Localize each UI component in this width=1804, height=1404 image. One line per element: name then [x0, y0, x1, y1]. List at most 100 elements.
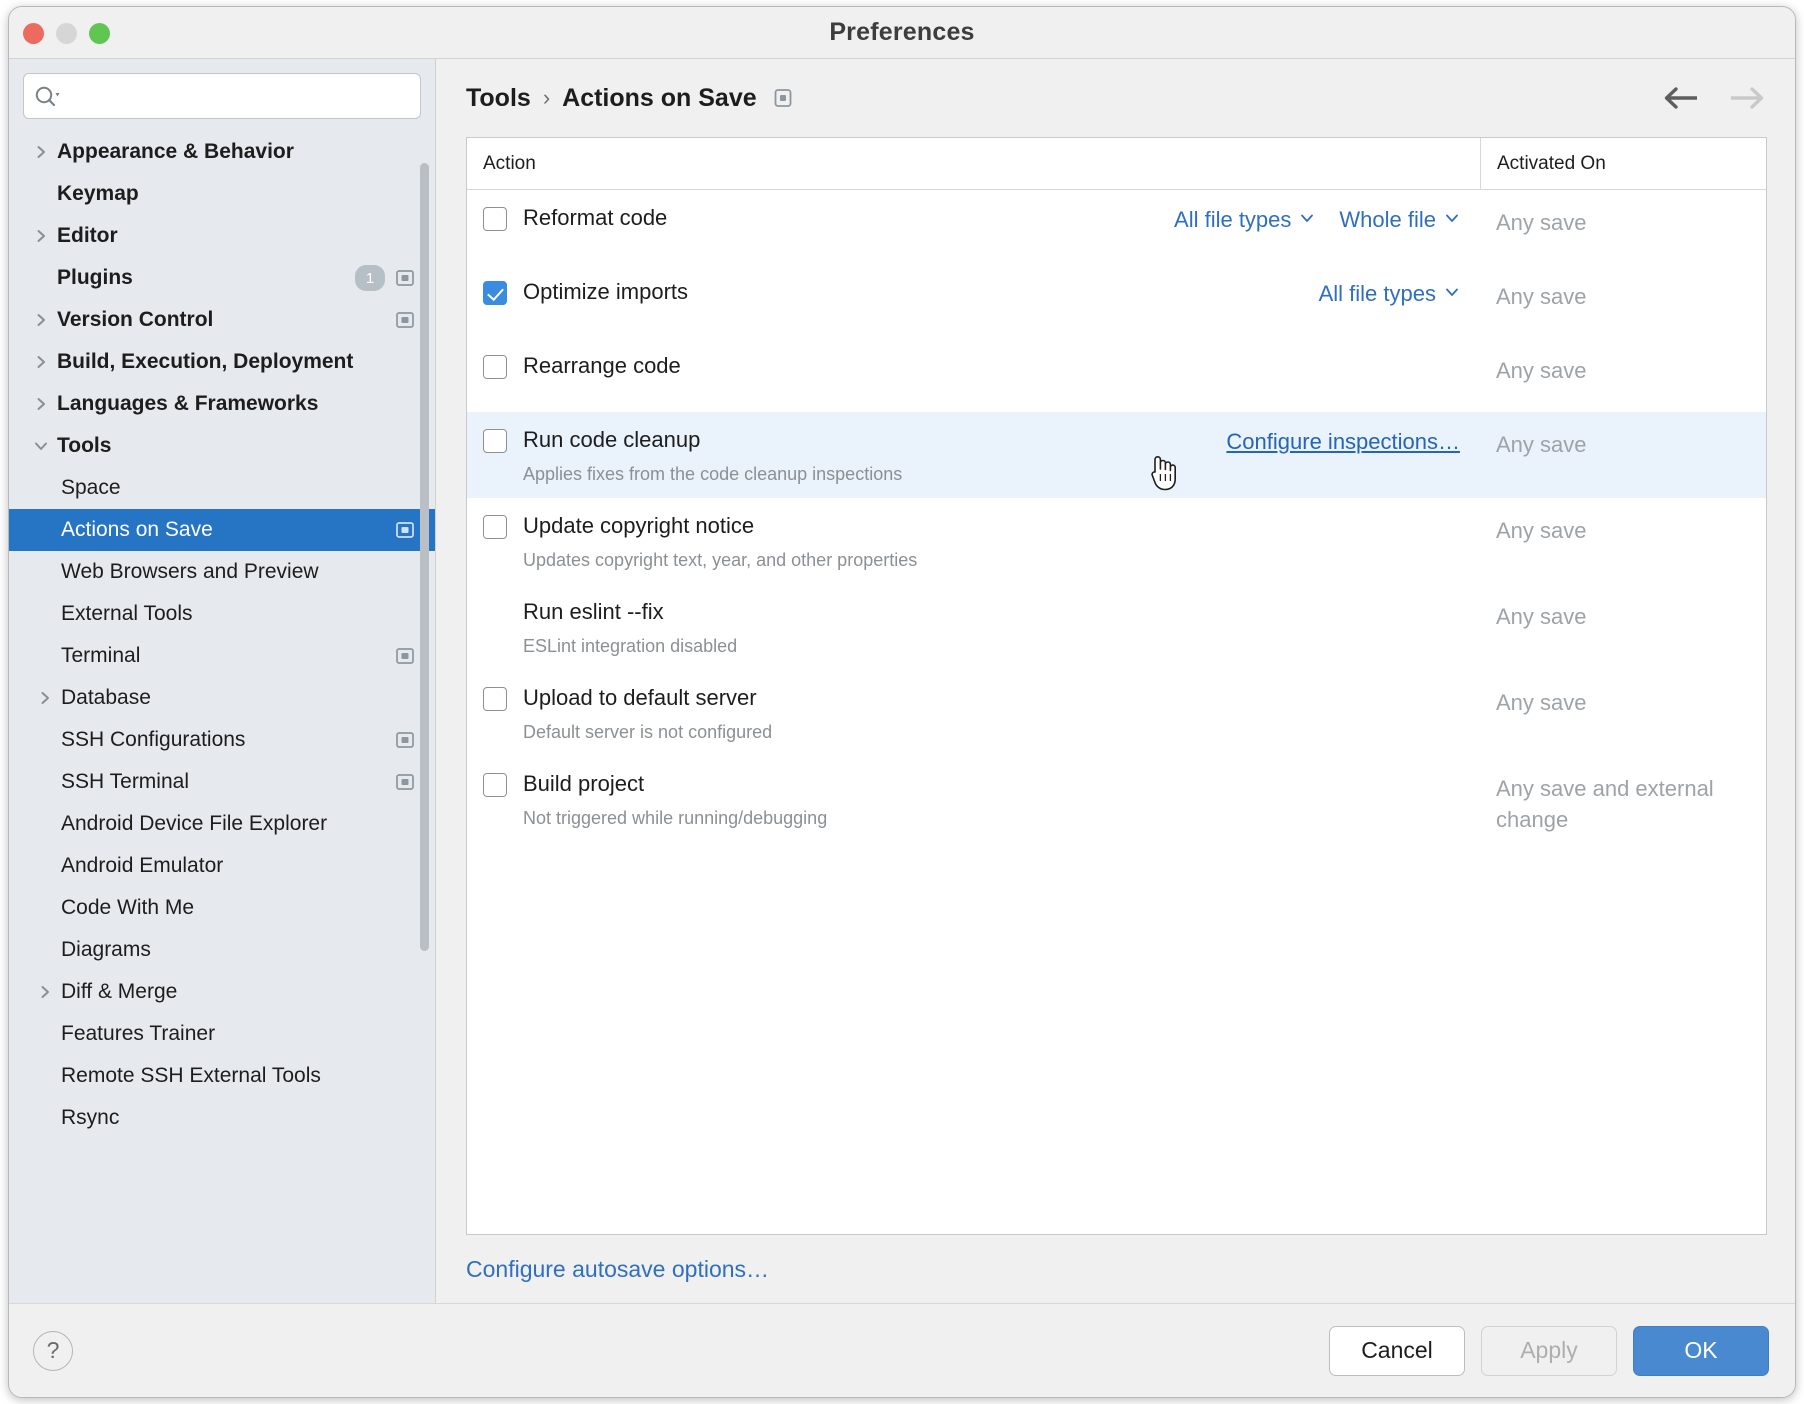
sidebar-item-features-trainer[interactable]: Features Trainer	[9, 1013, 435, 1055]
preferences-window: Preferences Appearance & Behavior Keymap E	[8, 6, 1796, 1398]
breadcrumb-bar: Tools › Actions on Save	[436, 59, 1795, 137]
sidebar-item-actions-on-save[interactable]: Actions on Save	[9, 509, 435, 551]
table-row[interactable]: Rearrange code Any save	[467, 338, 1766, 412]
sidebar-item-appearance-behavior[interactable]: Appearance & Behavior	[9, 131, 435, 173]
row-dropdown[interactable]: All file types	[1319, 281, 1460, 307]
row-checkbox[interactable]	[483, 281, 507, 305]
settings-sync-icon[interactable]	[773, 87, 793, 109]
sidebar-item-database[interactable]: Database	[9, 677, 435, 719]
sidebar-item-keymap[interactable]: Keymap	[9, 173, 435, 215]
settings-sync-icon[interactable]	[395, 730, 415, 750]
row-action-cell: Reformat code	[467, 204, 1010, 232]
table-row[interactable]: Update copyright notice Updates copyright…	[467, 498, 1766, 584]
search-icon	[34, 85, 60, 107]
row-dropdown[interactable]: All file types	[1174, 207, 1315, 233]
chevron-right-icon[interactable]	[29, 395, 53, 413]
sidebar-item-tools[interactable]: Tools	[9, 425, 435, 467]
sidebar-item-code-with-me[interactable]: Code With Me	[9, 887, 435, 929]
sidebar-item-badge: 1	[355, 265, 385, 291]
configure-autosave-link[interactable]: Configure autosave options…	[466, 1256, 769, 1283]
settings-sync-icon[interactable]	[395, 646, 415, 666]
row-text-block: Reformat code	[523, 204, 667, 232]
sidebar-item-remote-ssh-external-tools[interactable]: Remote SSH External Tools	[9, 1055, 435, 1097]
table-row[interactable]: Upload to default server Default server i…	[467, 670, 1766, 756]
row-action-cell: Build project Not triggered while running…	[467, 770, 1010, 830]
sidebar-item-languages-frameworks[interactable]: Languages & Frameworks	[9, 383, 435, 425]
close-button[interactable]	[23, 23, 44, 44]
sidebar-item-label: Android Emulator	[61, 854, 224, 877]
row-action-cell: Run code cleanup Applies fixes from the c…	[467, 426, 1010, 486]
cancel-button[interactable]: Cancel	[1329, 1325, 1465, 1376]
table-row[interactable]: Run code cleanup Applies fixes from the c…	[467, 412, 1766, 498]
row-title: Update copyright notice	[523, 513, 755, 538]
table-row[interactable]: Build project Not triggered while running…	[467, 756, 1766, 847]
row-options-cell	[1010, 512, 1480, 515]
row-activated-on: Any save	[1496, 690, 1587, 715]
chevron-down-icon[interactable]	[29, 437, 53, 455]
sidebar-item-rsync[interactable]: Rsync	[9, 1097, 435, 1139]
row-activated-on: Any save and external change	[1496, 776, 1714, 832]
chevron-right-icon[interactable]	[29, 143, 53, 161]
sidebar-item-android-device-file-explorer[interactable]: Android Device File Explorer	[9, 803, 435, 845]
row-checkbox[interactable]	[483, 515, 507, 539]
row-title: Optimize imports	[523, 279, 689, 304]
search-box[interactable]	[23, 73, 421, 119]
sidebar-item-label: Build, Execution, Deployment	[57, 350, 354, 373]
sidebar-item-plugins[interactable]: Plugins 1	[9, 257, 435, 299]
chevron-down-icon	[1299, 210, 1315, 231]
row-title: Upload to default server	[523, 685, 757, 710]
settings-sync-icon[interactable]	[395, 772, 415, 792]
ok-button[interactable]: OK	[1633, 1325, 1769, 1376]
minimize-button[interactable]	[56, 23, 77, 44]
autosave-link-row: Configure autosave options…	[436, 1235, 1795, 1303]
configure-inspections-link[interactable]: Configure inspections…	[1226, 429, 1460, 455]
row-options-cell	[1010, 598, 1480, 601]
sidebar-item-web-browsers-and-preview[interactable]: Web Browsers and Preview	[9, 551, 435, 593]
sidebar-item-label: Remote SSH External Tools	[61, 1064, 321, 1087]
sidebar-item-external-tools[interactable]: External Tools	[9, 593, 435, 635]
chevron-right-icon[interactable]	[29, 311, 53, 329]
help-button[interactable]: ?	[33, 1330, 73, 1371]
row-action-cell: Update copyright notice Updates copyright…	[467, 512, 1010, 572]
settings-sync-icon[interactable]	[395, 310, 415, 330]
sidebar-item-terminal[interactable]: Terminal	[9, 635, 435, 677]
search-input[interactable]	[68, 86, 410, 106]
sidebar-item-editor[interactable]: Editor	[9, 215, 435, 257]
sidebar-item-label: Version Control	[57, 308, 214, 331]
forward-arrow-icon[interactable]	[1729, 85, 1767, 111]
chevron-right-icon[interactable]	[33, 689, 57, 707]
row-activated-on: Any save	[1496, 284, 1587, 309]
chevron-right-icon[interactable]	[33, 983, 57, 1001]
sidebar-item-label: Database	[61, 686, 151, 709]
sidebar-item-ssh-terminal[interactable]: SSH Terminal	[9, 761, 435, 803]
row-checkbox[interactable]	[483, 207, 507, 231]
settings-sync-icon[interactable]	[395, 268, 415, 288]
breadcrumb-root[interactable]: Tools	[466, 84, 531, 113]
sidebar-scrollbar[interactable]	[420, 163, 429, 951]
sidebar-item-label: Features Trainer	[61, 1022, 216, 1045]
row-checkbox[interactable]	[483, 355, 507, 379]
sidebar-item-build-execution-deployment[interactable]: Build, Execution, Deployment	[9, 341, 435, 383]
row-checkbox[interactable]	[483, 687, 507, 711]
sidebar-item-space[interactable]: Space	[9, 467, 435, 509]
sidebar-item-diagrams[interactable]: Diagrams	[9, 929, 435, 971]
sidebar-item-diff-merge[interactable]: Diff & Merge	[9, 971, 435, 1013]
settings-sync-icon[interactable]	[395, 520, 415, 540]
back-arrow-icon[interactable]	[1661, 85, 1699, 111]
chevron-right-icon[interactable]	[29, 353, 53, 371]
sidebar-item-version-control[interactable]: Version Control	[9, 299, 435, 341]
row-checkbox[interactable]	[483, 773, 507, 797]
sidebar-item-android-emulator[interactable]: Android Emulator	[9, 845, 435, 887]
table-row[interactable]: Run eslint --fix ESLint integration disab…	[467, 584, 1766, 670]
row-dropdown[interactable]: Whole file	[1339, 207, 1460, 233]
chevron-down-icon	[1444, 284, 1460, 305]
zoom-button[interactable]	[89, 23, 110, 44]
sidebar-item-label: SSH Configurations	[61, 728, 246, 751]
apply-button[interactable]: Apply	[1481, 1325, 1617, 1376]
row-checkbox[interactable]	[483, 429, 507, 453]
table-row[interactable]: Optimize imports All file types Any save	[467, 264, 1766, 338]
sidebar-item-ssh-configurations[interactable]: SSH Configurations	[9, 719, 435, 761]
checkbox-absent	[483, 601, 507, 625]
table-row[interactable]: Reformat code All file types Whole file Any…	[467, 190, 1766, 264]
chevron-right-icon[interactable]	[29, 227, 53, 245]
